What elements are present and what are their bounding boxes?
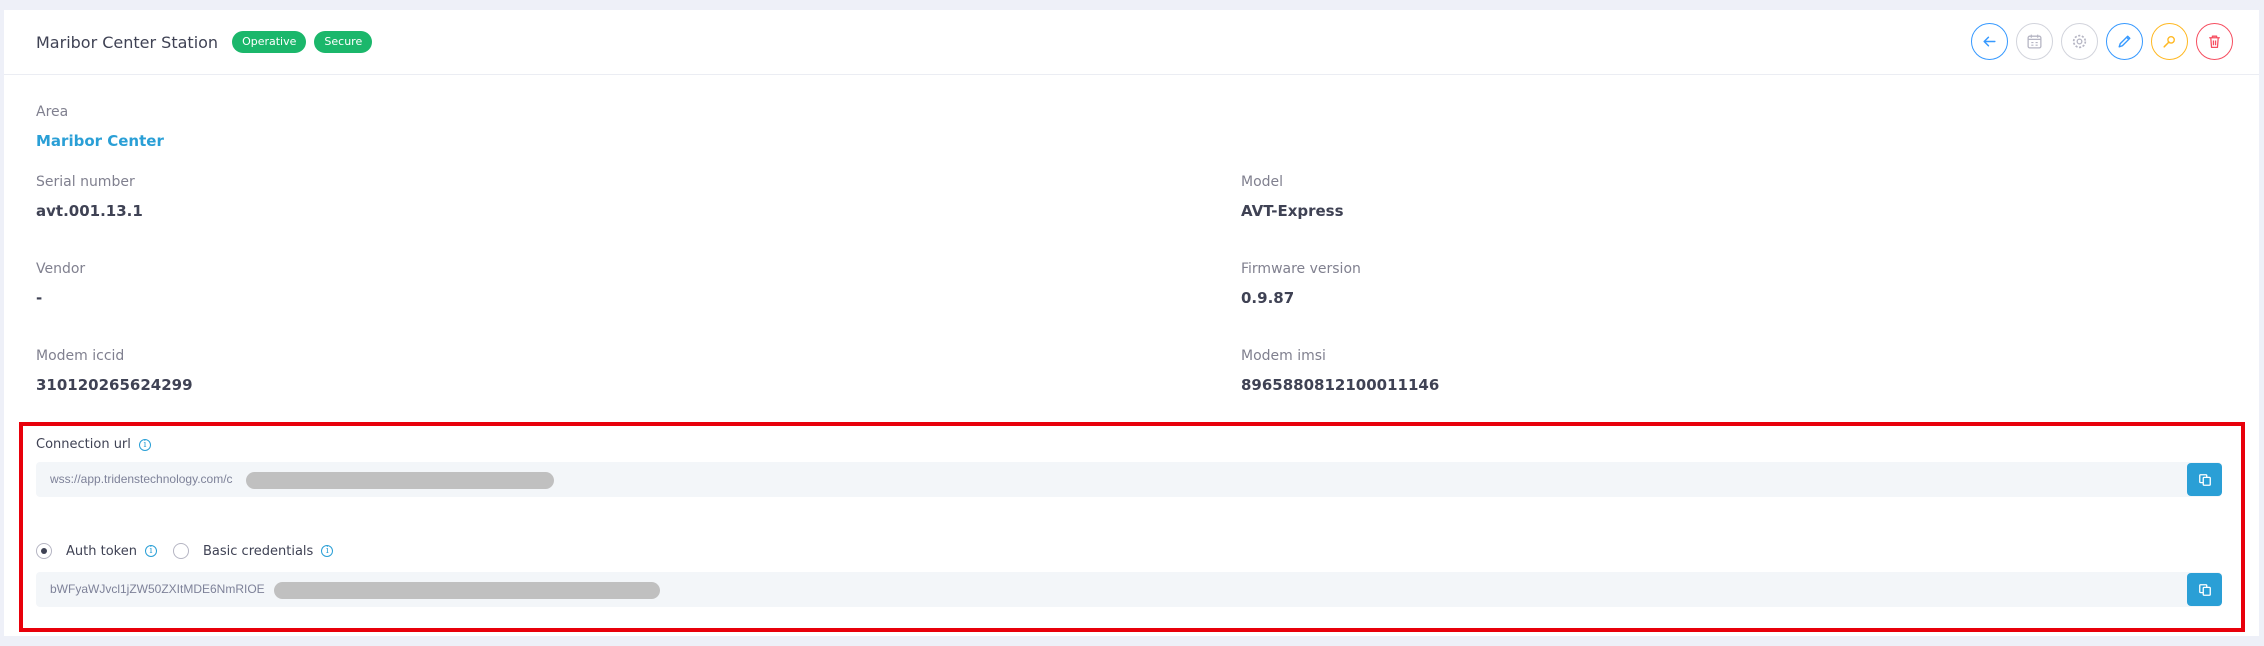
area-link[interactable]: Maribor Center	[36, 131, 164, 151]
imsi-field: Modem imsi 8965880812100011146	[1241, 347, 1439, 395]
area-field: Area Maribor Center	[36, 103, 164, 151]
pin-icon	[2163, 36, 2175, 48]
back-button[interactable]	[1971, 23, 2008, 60]
basic-credentials-label: Basic credentials	[203, 543, 314, 559]
redacted-token-mask	[274, 582, 660, 599]
auth-option-token[interactable]: Auth token i	[36, 543, 157, 559]
copy-url-button[interactable]	[2187, 463, 2222, 496]
imsi-value: 8965880812100011146	[1241, 376, 1440, 394]
connection-url-field[interactable]: wss://app.tridenstechnology.com/c	[36, 462, 2222, 497]
copy-icon	[2198, 583, 2211, 596]
iccid-value: 310120265624299	[36, 376, 193, 394]
redacted-url-mask	[246, 472, 554, 489]
pin-button[interactable]	[2151, 23, 2188, 60]
connection-url-text: wss://app.tridenstechnology.com/c	[50, 472, 233, 486]
trash-icon	[2209, 35, 2220, 48]
vendor-field: Vendor -	[36, 260, 85, 308]
iccid-label: Modem iccid	[36, 348, 125, 364]
serial-value: avt.001.13.1	[36, 202, 143, 220]
model-field: Model AVT-Express	[1241, 173, 1344, 221]
calendar-icon	[2027, 34, 2042, 49]
calendar-button[interactable]	[2016, 23, 2053, 60]
auth-token-radio[interactable]	[36, 543, 52, 559]
settings-button[interactable]	[2061, 23, 2098, 60]
station-card: Maribor Center Station Operative Secure	[4, 10, 2259, 636]
auth-option-basic[interactable]: Basic credentials i	[173, 543, 334, 559]
firmware-value: 0.9.87	[1241, 289, 1295, 307]
model-value: AVT-Express	[1241, 202, 1344, 220]
auth-token-label: Auth token	[66, 543, 137, 559]
pencil-icon	[2118, 35, 2131, 48]
serial-field: Serial number avt.001.13.1	[36, 173, 143, 221]
vendor-value: -	[36, 289, 43, 307]
auth-token-text: bWFyaWJvcl1jZW50ZXItMDE6NmRIOE	[50, 582, 265, 596]
status-badge-secure: Secure	[314, 31, 373, 53]
connection-url-label-row: Connection url i	[36, 437, 151, 452]
copy-token-button[interactable]	[2187, 573, 2222, 606]
iccid-field: Modem iccid 310120265624299	[36, 347, 193, 395]
vendor-label: Vendor	[36, 261, 86, 277]
info-icon[interactable]: i	[321, 545, 334, 557]
gear-icon	[2072, 34, 2087, 49]
delete-button[interactable]	[2196, 23, 2233, 60]
basic-credentials-radio[interactable]	[173, 543, 189, 559]
imsi-label: Modem imsi	[1241, 348, 1326, 364]
edit-button[interactable]	[2106, 23, 2143, 60]
status-badge-operative: Operative	[232, 31, 307, 53]
firmware-field: Firmware version 0.9.87	[1241, 260, 1361, 308]
card-header: Maribor Center Station Operative Secure	[4, 10, 2259, 75]
copy-icon	[2198, 473, 2211, 486]
model-label: Model	[1241, 174, 1284, 190]
header-actions	[1963, 23, 2233, 60]
info-icon[interactable]: i	[144, 545, 157, 557]
arrow-left-icon	[1983, 36, 1996, 47]
page-title: Maribor Center Station	[36, 32, 219, 52]
radio-selected-dot	[41, 548, 47, 554]
area-label: Area	[36, 104, 69, 120]
auth-token-field[interactable]: bWFyaWJvcl1jZW50ZXItMDE6NmRIOE	[36, 572, 2222, 607]
serial-label: Serial number	[36, 174, 135, 190]
firmware-label: Firmware version	[1241, 261, 1361, 277]
info-icon[interactable]: i	[138, 438, 151, 451]
connection-url-label: Connection url	[36, 437, 131, 452]
